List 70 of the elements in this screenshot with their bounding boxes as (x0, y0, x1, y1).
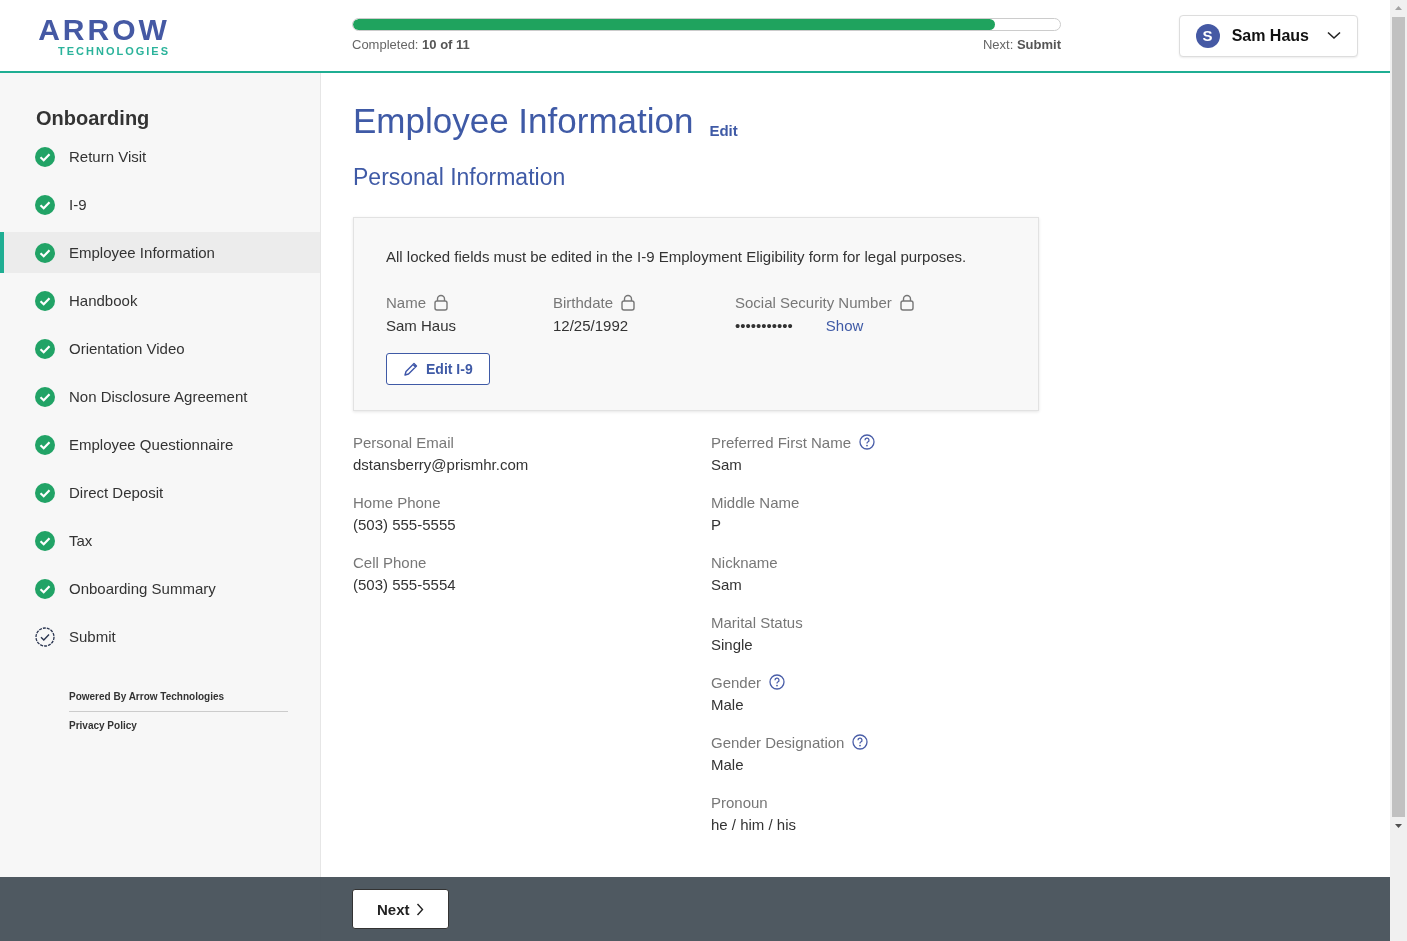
powered-by-text: Powered By Arrow Technologies (69, 691, 288, 712)
sidebar-item[interactable]: Return Visit (0, 136, 320, 177)
field-label: Social Security Number (735, 294, 892, 311)
sidebar-item[interactable]: Handbook (0, 280, 320, 321)
lock-icon (620, 294, 637, 311)
completed-text: Completed: 10 of 11 (352, 36, 470, 52)
chevron-down-icon (1327, 31, 1341, 40)
sidebar-item[interactable]: I-9 (0, 184, 320, 225)
field-value: he / him / his (711, 816, 798, 833)
check-circle-icon (35, 338, 55, 359)
field-label: Marital Status (711, 613, 803, 631)
field-value: Male (711, 696, 745, 713)
check-circle-icon (35, 530, 55, 551)
user-menu-button[interactable]: S Sam Haus (1178, 14, 1358, 57)
field-label: Cell Phone (353, 553, 427, 571)
field-value: dstansberry@prismhr.com (353, 456, 530, 473)
sidebar-item[interactable]: Direct Deposit (0, 472, 320, 513)
field-label: Home Phone (353, 493, 441, 511)
field-value: Sam (711, 456, 743, 473)
sidebar-item[interactable]: Non Disclosure Agreement (0, 376, 320, 417)
field-label: Nickname (711, 553, 778, 571)
chevron-right-icon (415, 902, 424, 916)
field-value: 12/25/1992 (553, 317, 629, 334)
scrollbar[interactable] (1390, 0, 1407, 941)
field-value: Sam Haus (386, 317, 457, 334)
check-circle-icon (35, 434, 55, 455)
field-value: Male (711, 756, 745, 773)
lock-icon (433, 294, 449, 311)
logo[interactable]: ARROW TECHNOLOGIES (38, 14, 170, 57)
pencil-icon (403, 361, 419, 377)
sidebar-item[interactable]: Orientation Video (0, 328, 320, 369)
check-circle-icon (35, 386, 55, 407)
show-link[interactable]: Show (825, 317, 864, 334)
field-value: Sam (711, 576, 743, 593)
field-label: Personal Email (353, 433, 454, 451)
privacy-policy-link[interactable]: Privacy Policy (69, 720, 288, 731)
field-value: Single (711, 636, 754, 653)
edit-i9-button[interactable]: Edit I-9 (386, 353, 490, 385)
page-title: Employee Information (353, 100, 694, 142)
sidebar-item[interactable]: Submit (0, 616, 320, 657)
edit-link[interactable]: Edit (709, 122, 738, 139)
field-label: Birthdate (553, 294, 614, 311)
avatar: S (1195, 23, 1220, 48)
check-circle-icon (35, 482, 55, 503)
next-step-text: Next: Submit (982, 36, 1061, 52)
field-value: (503) 555-5554 (353, 576, 457, 593)
section-title: Personal Information (353, 163, 567, 192)
check-circle-icon (35, 290, 55, 311)
field-label: Preferred First Name (711, 433, 852, 451)
field-value: ••••••••••• (735, 317, 793, 334)
notice-text: All locked fields must be edited in the I-9 Employment Eligibility form for legal purposes. (386, 248, 968, 265)
field-value: P (711, 516, 722, 533)
check-circle-icon (35, 578, 55, 599)
sidebar-item[interactable]: Tax (0, 520, 320, 561)
check-circle-outline-icon (35, 626, 55, 647)
sidebar-item[interactable]: Onboarding Summary (0, 568, 320, 609)
sidebar-item[interactable]: Employee Information (0, 232, 320, 273)
sidebar-item[interactable]: Employee Questionnaire (0, 424, 320, 465)
check-circle-icon (35, 242, 55, 263)
field-label: Gender (711, 673, 762, 691)
next-button[interactable]: Next (352, 889, 449, 929)
check-circle-icon (35, 194, 55, 215)
field-label: Pronoun (711, 793, 768, 811)
field-label: Gender Designation (711, 733, 845, 751)
field-label: Middle Name (711, 493, 800, 511)
field-value: (503) 555-5555 (353, 516, 457, 533)
check-circle-icon (35, 146, 55, 167)
field-label: Name (386, 294, 426, 311)
lock-icon (898, 294, 915, 311)
sidebar-title: Onboarding (35, 107, 151, 130)
